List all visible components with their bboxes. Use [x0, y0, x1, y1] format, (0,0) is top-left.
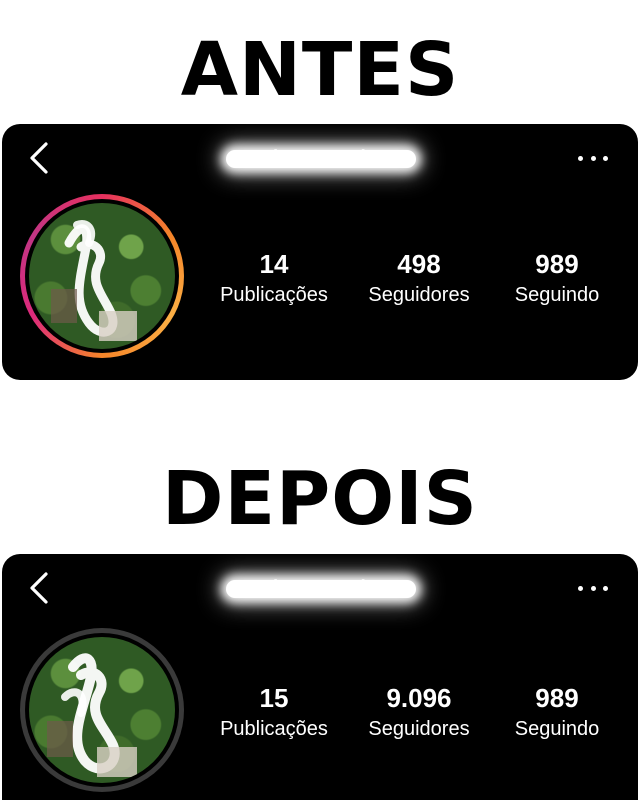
more-horizontal-icon: [578, 155, 583, 161]
avatar-photo: [29, 637, 175, 783]
stat-following-value: 989: [535, 249, 579, 279]
stat-posts-label: Publicações: [220, 284, 328, 306]
chevron-left-icon: [30, 142, 48, 174]
back-button[interactable]: [24, 568, 54, 608]
stat-following-label: Seguindo: [514, 718, 600, 740]
stat-posts[interactable]: 15 Publicações: [212, 682, 336, 744]
stat-following-label: Seguindo: [514, 284, 600, 306]
stat-followers-label: Seguidores: [368, 718, 470, 740]
profile-username: desseonmkt: [226, 146, 416, 170]
more-options-button[interactable]: [578, 582, 608, 594]
avatar-redaction-scribble: [47, 653, 137, 777]
stat-following[interactable]: 989 Seguindo: [502, 682, 612, 744]
avatar[interactable]: [20, 194, 184, 358]
stat-followers-value: 9.096: [386, 683, 452, 713]
stat-followers[interactable]: 9.096 Seguidores: [357, 682, 481, 744]
avatar[interactable]: [20, 628, 184, 792]
more-horizontal-icon: [578, 585, 583, 591]
stat-posts[interactable]: 14 Publicações: [212, 248, 336, 310]
stat-followers-label: Seguidores: [368, 284, 470, 306]
stat-posts-value: 14: [259, 249, 289, 279]
stat-posts-label: Publicações: [220, 718, 328, 740]
heading-before: ANTES: [180, 27, 460, 113]
username-redaction-scribble: [226, 580, 416, 598]
avatar-redaction-scribble: [51, 220, 137, 341]
heading-after: DEPOIS: [162, 456, 478, 542]
profile-card-before: desseonmkt 14 Publicações 498 Segu: [2, 124, 638, 380]
avatar-photo: [29, 203, 175, 349]
stat-followers[interactable]: 498 Seguidores: [357, 248, 481, 310]
profile-stats: 14 Publicações 498 Seguidores 989 Seguin…: [212, 248, 612, 310]
stat-posts-value: 15: [259, 683, 289, 713]
stat-followers-value: 498: [397, 249, 441, 279]
profile-username: desseonmkt: [226, 576, 416, 600]
back-button[interactable]: [24, 138, 54, 178]
stat-following[interactable]: 989 Seguindo: [502, 248, 612, 310]
profile-stats: 15 Publicações 9.096 Seguidores 989 Segu…: [212, 682, 612, 744]
stat-following-value: 989: [535, 683, 579, 713]
username-redaction-scribble: [226, 150, 416, 168]
chevron-left-icon: [30, 572, 48, 604]
profile-card-after: desseonmkt 15 Publicações 9.096 Se: [2, 554, 638, 800]
more-options-button[interactable]: [578, 152, 608, 164]
